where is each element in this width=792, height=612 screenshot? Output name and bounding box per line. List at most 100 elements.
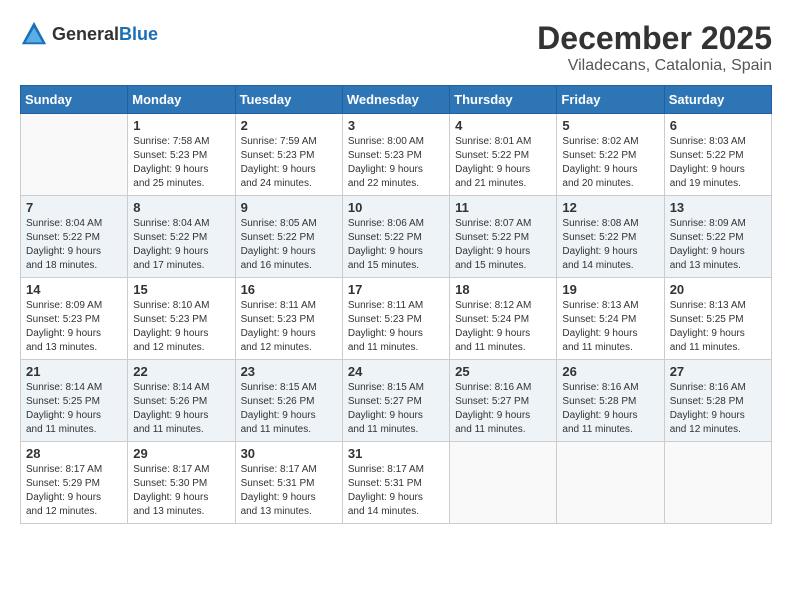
title-block: December 2025 Viladecans, Catalonia, Spa…	[537, 20, 772, 75]
day-number: 20	[670, 282, 766, 297]
day-info: Sunrise: 8:01 AM Sunset: 5:22 PM Dayligh…	[455, 135, 551, 191]
day-info: Sunrise: 7:58 AM Sunset: 5:23 PM Dayligh…	[133, 135, 229, 191]
day-info: Sunrise: 8:15 AM Sunset: 5:27 PM Dayligh…	[348, 381, 444, 437]
day-info: Sunrise: 8:07 AM Sunset: 5:22 PM Dayligh…	[455, 217, 551, 273]
day-number: 15	[133, 282, 229, 297]
calendar-day-cell: 5 Sunrise: 8:02 AM Sunset: 5:22 PM Daylig…	[557, 114, 664, 196]
calendar-day-cell: 20 Sunrise: 8:13 AM Sunset: 5:25 PM Dayli…	[664, 278, 771, 360]
day-info: Sunrise: 8:17 AM Sunset: 5:31 PM Dayligh…	[348, 463, 444, 519]
logo-blue: Blue	[119, 24, 158, 44]
calendar-day-cell: 19 Sunrise: 8:13 AM Sunset: 5:24 PM Dayli…	[557, 278, 664, 360]
day-number: 28	[26, 446, 122, 461]
calendar-day-cell: 15 Sunrise: 8:10 AM Sunset: 5:23 PM Dayli…	[128, 278, 235, 360]
calendar-day-cell: 16 Sunrise: 8:11 AM Sunset: 5:23 PM Dayli…	[235, 278, 342, 360]
day-info: Sunrise: 8:13 AM Sunset: 5:25 PM Dayligh…	[670, 299, 766, 355]
calendar-day-cell: 7Sunrise: 8:04 AM Sunset: 5:22 PM Daylig…	[21, 196, 128, 278]
day-info: Sunrise: 8:14 AM Sunset: 5:25 PM Dayligh…	[26, 381, 122, 437]
calendar-week-row: 28Sunrise: 8:17 AM Sunset: 5:29 PM Dayli…	[21, 442, 772, 524]
day-number: 26	[562, 364, 658, 379]
day-info: Sunrise: 8:11 AM Sunset: 5:23 PM Dayligh…	[241, 299, 337, 355]
calendar-day-cell: 11 Sunrise: 8:07 AM Sunset: 5:22 PM Dayli…	[450, 196, 557, 278]
day-number: 6	[670, 118, 766, 133]
calendar-table: SundayMondayTuesdayWednesdayThursdayFrid…	[20, 85, 772, 524]
day-number: 8	[133, 200, 229, 215]
day-number: 5	[562, 118, 658, 133]
calendar-day-cell	[664, 442, 771, 524]
calendar-day-cell: 29 Sunrise: 8:17 AM Sunset: 5:30 PM Dayli…	[128, 442, 235, 524]
calendar-day-cell: 26 Sunrise: 8:16 AM Sunset: 5:28 PM Dayli…	[557, 360, 664, 442]
day-info: Sunrise: 8:11 AM Sunset: 5:23 PM Dayligh…	[348, 299, 444, 355]
day-info: Sunrise: 8:13 AM Sunset: 5:24 PM Dayligh…	[562, 299, 658, 355]
day-info: Sunrise: 8:00 AM Sunset: 5:23 PM Dayligh…	[348, 135, 444, 191]
calendar-day-cell	[557, 442, 664, 524]
weekday-header: Thursday	[450, 86, 557, 114]
day-number: 21	[26, 364, 122, 379]
day-number: 13	[670, 200, 766, 215]
day-info: Sunrise: 8:09 AM Sunset: 5:22 PM Dayligh…	[670, 217, 766, 273]
page-header: GeneralBlue December 2025 Viladecans, Ca…	[20, 20, 772, 75]
day-info: Sunrise: 8:16 AM Sunset: 5:27 PM Dayligh…	[455, 381, 551, 437]
calendar-day-cell: 6Sunrise: 8:03 AM Sunset: 5:22 PM Daylig…	[664, 114, 771, 196]
day-number: 25	[455, 364, 551, 379]
day-info: Sunrise: 8:06 AM Sunset: 5:22 PM Dayligh…	[348, 217, 444, 273]
weekday-header: Sunday	[21, 86, 128, 114]
day-number: 2	[241, 118, 337, 133]
logo-icon	[20, 20, 48, 48]
calendar-day-cell: 28Sunrise: 8:17 AM Sunset: 5:29 PM Dayli…	[21, 442, 128, 524]
calendar-day-cell: 21 Sunrise: 8:14 AM Sunset: 5:25 PM Dayli…	[21, 360, 128, 442]
calendar-day-cell: 27Sunrise: 8:16 AM Sunset: 5:28 PM Dayli…	[664, 360, 771, 442]
calendar-day-cell: 24 Sunrise: 8:15 AM Sunset: 5:27 PM Dayli…	[342, 360, 449, 442]
day-info: Sunrise: 8:10 AM Sunset: 5:23 PM Dayligh…	[133, 299, 229, 355]
logo: GeneralBlue	[20, 20, 158, 48]
day-number: 9	[241, 200, 337, 215]
calendar-week-row: 14Sunrise: 8:09 AM Sunset: 5:23 PM Dayli…	[21, 278, 772, 360]
calendar-day-cell: 25 Sunrise: 8:16 AM Sunset: 5:27 PM Dayli…	[450, 360, 557, 442]
location-title: Viladecans, Catalonia, Spain	[537, 57, 772, 75]
day-number: 1	[133, 118, 229, 133]
day-number: 12	[562, 200, 658, 215]
day-info: Sunrise: 8:16 AM Sunset: 5:28 PM Dayligh…	[562, 381, 658, 437]
day-number: 3	[348, 118, 444, 133]
weekday-header: Saturday	[664, 86, 771, 114]
calendar-day-cell: 14Sunrise: 8:09 AM Sunset: 5:23 PM Dayli…	[21, 278, 128, 360]
day-number: 14	[26, 282, 122, 297]
calendar-day-cell: 8 Sunrise: 8:04 AM Sunset: 5:22 PM Daylig…	[128, 196, 235, 278]
logo-general: General	[52, 24, 119, 44]
calendar-day-cell: 3 Sunrise: 8:00 AM Sunset: 5:23 PM Daylig…	[342, 114, 449, 196]
calendar-day-cell: 13 Sunrise: 8:09 AM Sunset: 5:22 PM Dayli…	[664, 196, 771, 278]
weekday-header: Monday	[128, 86, 235, 114]
calendar-day-cell: 2Sunrise: 7:59 AM Sunset: 5:23 PM Daylig…	[235, 114, 342, 196]
calendar-day-cell: 23Sunrise: 8:15 AM Sunset: 5:26 PM Dayli…	[235, 360, 342, 442]
calendar-header-row: SundayMondayTuesdayWednesdayThursdayFrid…	[21, 86, 772, 114]
day-number: 11	[455, 200, 551, 215]
day-info: Sunrise: 8:16 AM Sunset: 5:28 PM Dayligh…	[670, 381, 766, 437]
calendar-day-cell: 30Sunrise: 8:17 AM Sunset: 5:31 PM Dayli…	[235, 442, 342, 524]
day-info: Sunrise: 8:05 AM Sunset: 5:22 PM Dayligh…	[241, 217, 337, 273]
month-title: December 2025	[537, 20, 772, 57]
day-info: Sunrise: 8:04 AM Sunset: 5:22 PM Dayligh…	[26, 217, 122, 273]
day-number: 16	[241, 282, 337, 297]
weekday-header: Wednesday	[342, 86, 449, 114]
day-number: 22	[133, 364, 229, 379]
calendar-day-cell: 22 Sunrise: 8:14 AM Sunset: 5:26 PM Dayli…	[128, 360, 235, 442]
day-info: Sunrise: 8:02 AM Sunset: 5:22 PM Dayligh…	[562, 135, 658, 191]
calendar-day-cell	[21, 114, 128, 196]
day-number: 17	[348, 282, 444, 297]
calendar-day-cell: 4 Sunrise: 8:01 AM Sunset: 5:22 PM Daylig…	[450, 114, 557, 196]
calendar-week-row: 1 Sunrise: 7:58 AM Sunset: 5:23 PM Daylig…	[21, 114, 772, 196]
day-info: Sunrise: 8:08 AM Sunset: 5:22 PM Dayligh…	[562, 217, 658, 273]
calendar-week-row: 21 Sunrise: 8:14 AM Sunset: 5:25 PM Dayli…	[21, 360, 772, 442]
day-number: 29	[133, 446, 229, 461]
day-number: 19	[562, 282, 658, 297]
calendar-day-cell	[450, 442, 557, 524]
day-number: 10	[348, 200, 444, 215]
day-info: Sunrise: 8:17 AM Sunset: 5:30 PM Dayligh…	[133, 463, 229, 519]
day-number: 24	[348, 364, 444, 379]
calendar-day-cell: 17 Sunrise: 8:11 AM Sunset: 5:23 PM Dayli…	[342, 278, 449, 360]
day-number: 4	[455, 118, 551, 133]
day-info: Sunrise: 8:04 AM Sunset: 5:22 PM Dayligh…	[133, 217, 229, 273]
calendar-day-cell: 18Sunrise: 8:12 AM Sunset: 5:24 PM Dayli…	[450, 278, 557, 360]
calendar-week-row: 7Sunrise: 8:04 AM Sunset: 5:22 PM Daylig…	[21, 196, 772, 278]
day-info: Sunrise: 8:14 AM Sunset: 5:26 PM Dayligh…	[133, 381, 229, 437]
calendar-day-cell: 12 Sunrise: 8:08 AM Sunset: 5:22 PM Dayli…	[557, 196, 664, 278]
